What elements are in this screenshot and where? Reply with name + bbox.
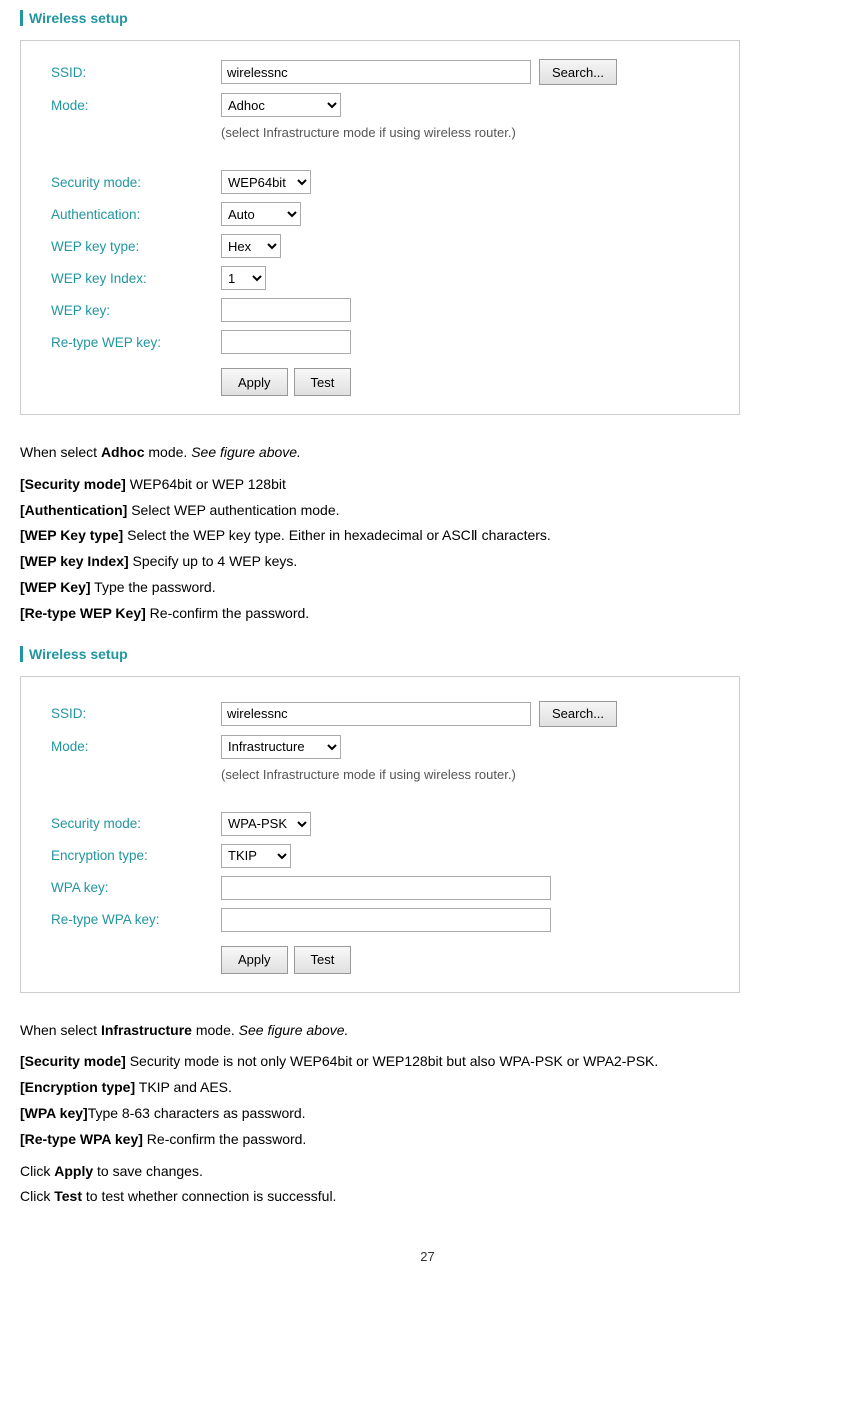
test-button-1[interactable]: Test: [294, 368, 352, 396]
desc1-intro: When select Adhoc mode. See figure above…: [20, 441, 835, 465]
security-label-1: Security mode:: [51, 175, 221, 190]
search-button-1[interactable]: Search...: [539, 59, 617, 85]
desc1-line4: [WEP key Index] Specify up to 4 WEP keys…: [20, 550, 835, 574]
apply-button-2[interactable]: Apply: [221, 946, 288, 974]
mode-note-1: (select Infrastructure mode if using wir…: [221, 125, 516, 140]
retype-wpa-input[interactable]: [221, 908, 551, 932]
ssid-row: SSID: Search...: [51, 59, 709, 85]
search-button-2[interactable]: Search...: [539, 701, 617, 727]
desc1-line6: [Re-type WEP Key] Re-confirm the passwor…: [20, 602, 835, 626]
section2-title: Wireless setup: [20, 646, 835, 662]
desc2-click1: Click Apply to save changes.: [20, 1160, 835, 1184]
wep-key-input[interactable]: [221, 298, 351, 322]
security-select-1[interactable]: WEP64bit WEP128bit WPA-PSK WPA2-PSK None: [221, 170, 311, 194]
encrypt-row: Encryption type: TKIP AES: [51, 844, 709, 868]
wireless-box-2: SSID: Search... Mode: Adhoc Infrastructu…: [20, 676, 740, 993]
ssid-row-2: SSID: Search...: [51, 701, 709, 727]
desc2-line2: [Encryption type] TKIP and AES.: [20, 1076, 835, 1100]
desc1-line5: [WEP Key] Type the password.: [20, 576, 835, 600]
section1-title: Wireless setup: [20, 10, 835, 26]
mode-label-2: Mode:: [51, 739, 221, 754]
auth-row-1: Authentication: Auto Open Shared: [51, 202, 709, 226]
wpa-key-label: WPA key:: [51, 880, 221, 895]
mode-note-row-2: (select Infrastructure mode if using wir…: [51, 767, 709, 794]
desc1-line1: [Security mode] WEP64bit or WEP 128bit: [20, 473, 835, 497]
retype-wep-label: Re-type WEP key:: [51, 335, 221, 350]
desc2-click2: Click Test to test whether connection is…: [20, 1185, 835, 1209]
page-number: 27: [20, 1249, 835, 1264]
retype-wep-row: Re-type WEP key:: [51, 330, 709, 354]
button-row-1: Apply Test: [221, 368, 709, 396]
mode-label-1: Mode:: [51, 98, 221, 113]
ssid-input-1[interactable]: [221, 60, 531, 84]
mode-select-1[interactable]: Adhoc Infrastructure: [221, 93, 341, 117]
test-button-2[interactable]: Test: [294, 946, 352, 974]
desc2-intro: When select Infrastructure mode. See fig…: [20, 1019, 835, 1043]
wep-key-index-select[interactable]: 1 2 3 4: [221, 266, 266, 290]
wep-key-index-label: WEP key Index:: [51, 271, 221, 286]
mode-row-2: Mode: Adhoc Infrastructure: [51, 735, 709, 759]
mode-note-row-1: (select Infrastructure mode if using wir…: [51, 125, 709, 152]
wep-key-label: WEP key:: [51, 303, 221, 318]
mode-note-2: (select Infrastructure mode if using wir…: [221, 767, 516, 782]
desc2-line4: [Re-type WPA key] Re-confirm the passwor…: [20, 1128, 835, 1152]
description-2: When select Infrastructure mode. See fig…: [20, 1019, 835, 1210]
ssid-input-2[interactable]: [221, 702, 531, 726]
auth-label-1: Authentication:: [51, 207, 221, 222]
wep-key-row: WEP key:: [51, 298, 709, 322]
security-row-2: Security mode: WEP64bit WEP128bit WPA-PS…: [51, 812, 709, 836]
wpa-key-input[interactable]: [221, 876, 551, 900]
wep-key-type-select[interactable]: Hex ASCII: [221, 234, 281, 258]
wep-key-index-row: WEP key Index: 1 2 3 4: [51, 266, 709, 290]
wep-key-type-row: WEP key type: Hex ASCII: [51, 234, 709, 258]
wireless-box-1: SSID: Search... Mode: Adhoc Infrastructu…: [20, 40, 740, 415]
security-select-2[interactable]: WEP64bit WEP128bit WPA-PSK WPA2-PSK None: [221, 812, 311, 836]
retype-wep-input[interactable]: [221, 330, 351, 354]
button-row-2: Apply Test: [221, 946, 709, 974]
encrypt-select[interactable]: TKIP AES: [221, 844, 291, 868]
mode-select-2[interactable]: Adhoc Infrastructure: [221, 735, 341, 759]
retype-wpa-label: Re-type WPA key:: [51, 912, 221, 927]
desc2-intro-bold: Infrastructure: [101, 1022, 192, 1038]
apply-button-1[interactable]: Apply: [221, 368, 288, 396]
security-label-2: Security mode:: [51, 816, 221, 831]
description-1: When select Adhoc mode. See figure above…: [20, 441, 835, 626]
desc2-line1: [Security mode] Security mode is not onl…: [20, 1050, 835, 1074]
security-row-1: Security mode: WEP64bit WEP128bit WPA-PS…: [51, 170, 709, 194]
ssid-label: SSID:: [51, 65, 221, 80]
encrypt-label: Encryption type:: [51, 848, 221, 863]
retype-wpa-row: Re-type WPA key:: [51, 908, 709, 932]
auth-select-1[interactable]: Auto Open Shared: [221, 202, 301, 226]
desc2-line3: [WPA key]Type 8-63 characters as passwor…: [20, 1102, 835, 1126]
mode-row-1: Mode: Adhoc Infrastructure: [51, 93, 709, 117]
ssid-label-2: SSID:: [51, 706, 221, 721]
desc1-line3: [WEP Key type] Select the WEP key type. …: [20, 524, 835, 548]
wep-key-type-label: WEP key type:: [51, 239, 221, 254]
desc1-intro-bold: Adhoc: [101, 444, 145, 460]
desc1-line2: [Authentication] Select WEP authenticati…: [20, 499, 835, 523]
wpa-key-row: WPA key:: [51, 876, 709, 900]
